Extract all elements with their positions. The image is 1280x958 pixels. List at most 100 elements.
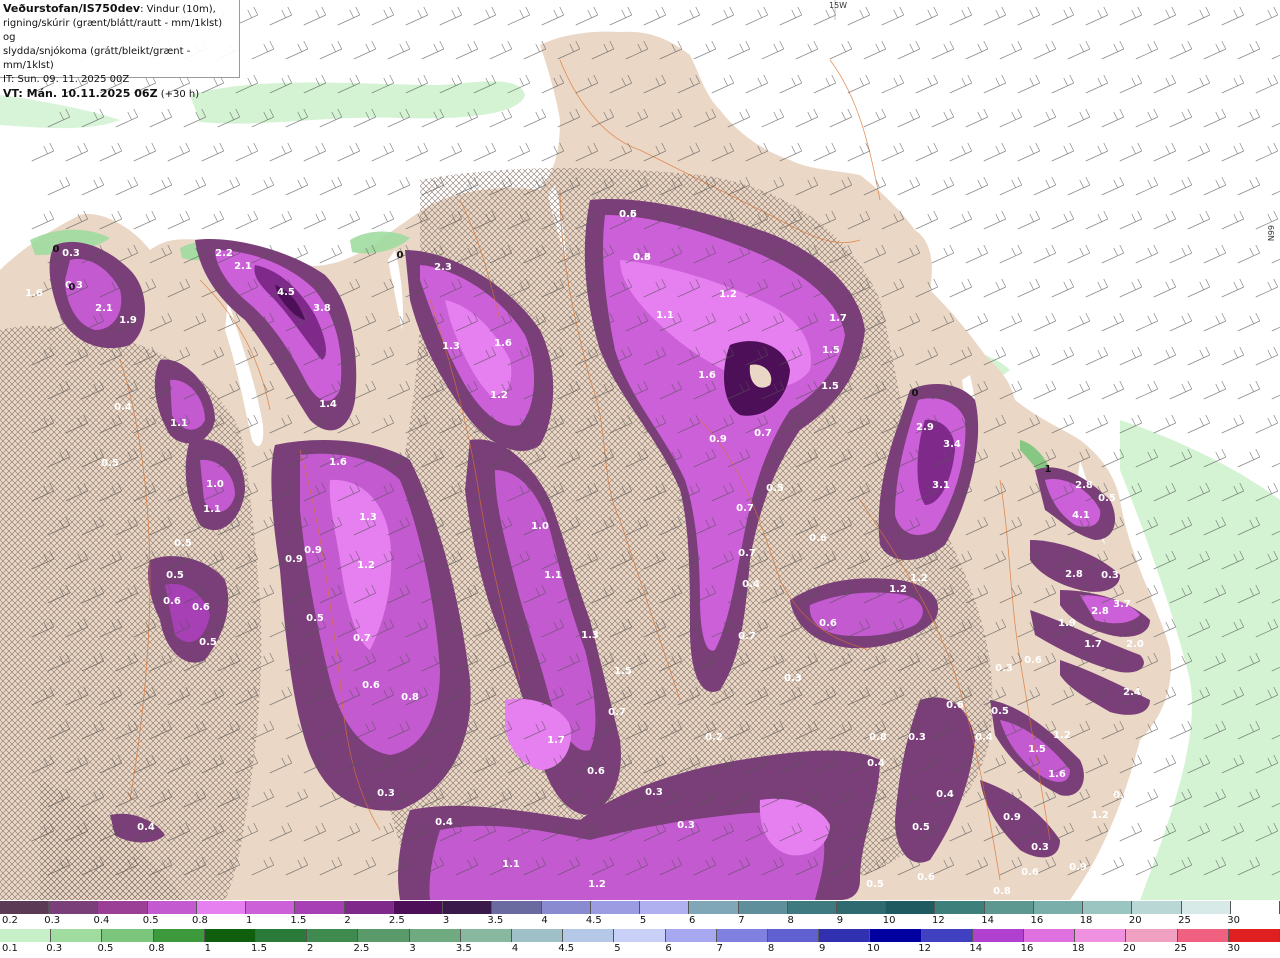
precip-value-label: 1.7 [547, 735, 565, 746]
precip-value-label: 0.6 [809, 533, 827, 544]
precip-value-label: 0.8 [869, 732, 887, 743]
precip-value-label: 2.9 [916, 422, 934, 433]
legend-swatch [716, 929, 769, 942]
precip-value-label: 1.9 [119, 315, 137, 326]
precip-value-label: 1.6 [25, 288, 43, 299]
precip-value-label: 0.9 [1003, 812, 1021, 823]
legend-label: 1.5 [290, 915, 307, 926]
precip-value-label: 0.2 [705, 732, 723, 743]
precip-value-label: 0.3 [995, 663, 1013, 674]
precip-value-label: 2.4 [1123, 687, 1141, 698]
precip-value-label: 2.3 [434, 262, 452, 273]
legend-label: 16 [1020, 943, 1034, 954]
legend-swatch [0, 929, 52, 942]
legend-label: 7 [716, 943, 723, 954]
legend-swatch [614, 929, 666, 942]
precip-value-label: 1.5 [821, 381, 839, 392]
legend-swatch [98, 901, 148, 914]
precip-value-label: 1.1 [656, 310, 674, 321]
precip-value-label: 2.2 [215, 248, 233, 259]
description-2: rigning/skúrir (grænt/blátt/rautt - mm/1… [3, 18, 223, 43]
legend-swatch [590, 901, 641, 914]
precip-value-label: 0.7 [608, 707, 626, 718]
legend-label: 18 [1079, 915, 1093, 926]
snow-legend: 0.2 0.3 0.4 0.5 0.8 1 1.5 2 2.5 3 3.5 4 4.5 5 6 7 8 9 10 12… [0, 901, 1280, 929]
legend-swatch [1177, 929, 1229, 942]
precip-value-label: 1.2 [490, 390, 508, 401]
precip-value-label: 0.6 [163, 596, 181, 607]
contour-label: 0 [912, 388, 919, 399]
precip-value-label: 0.5 [166, 570, 184, 581]
precip-value-label: 0.4 [742, 579, 760, 590]
precip-value-label: 0.7 [754, 428, 772, 439]
legend-label: 18 [1071, 943, 1085, 954]
precip-value-label: 0.6 [192, 602, 210, 613]
legend-label: 3 [442, 915, 450, 926]
precip-value-label: 0.3 [1031, 842, 1049, 853]
legend-swatch [689, 901, 739, 914]
legend-label: 2 [307, 943, 314, 954]
precip-value-label: 0.5 [619, 209, 637, 220]
source-name: Veðurstofan/IS750dev [3, 2, 141, 15]
precip-value-label: 1.1 [170, 418, 188, 429]
legend-label: 0.3 [46, 943, 63, 954]
legend-swatch [984, 901, 1034, 914]
precip-value-label: 0.5 [912, 822, 930, 833]
legend-swatch [393, 901, 444, 914]
legend-label: 2 [344, 915, 351, 926]
precip-value-label: 0.4 [867, 758, 885, 769]
precip-value-label: 0.9 [709, 434, 727, 445]
legend-label: 4.5 [558, 943, 575, 954]
legend-label: 0.8 [148, 943, 165, 954]
legend-label: 4.5 [585, 915, 602, 926]
precip-value-label: 1.1 [203, 504, 221, 515]
legend-swatch [51, 929, 103, 942]
precip-value-label: 0.9 [285, 554, 303, 565]
legend-swatch [1083, 901, 1133, 914]
precip-value-label: 0.3 [677, 820, 695, 831]
precip-value-label: 0.9 [1069, 862, 1087, 873]
legend-label: 10 [882, 915, 896, 926]
legend-label: 5 [639, 915, 647, 926]
legend-swatch [972, 929, 1025, 942]
precip-value-label: 1.4 [319, 399, 337, 410]
legend-swatch [541, 901, 591, 914]
precip-value-label: 0.4 [137, 822, 155, 833]
legend-swatch [204, 929, 257, 942]
precip-value-label: 3.4 [943, 439, 961, 450]
legend-swatch [1126, 929, 1178, 942]
legend-label: 4 [511, 943, 519, 954]
legend-swatch [640, 901, 690, 914]
precip-value-label: 2.8 [1065, 569, 1083, 580]
precip-value-label: 0.5 [1113, 790, 1131, 801]
legend-swatch [819, 929, 871, 942]
legend-label: 14 [969, 943, 983, 954]
legend-label: 30 [1227, 915, 1240, 926]
legend-label: 20 [1128, 915, 1142, 926]
title-line: Veðurstofan/IS750dev: Vindur (10m), [3, 2, 236, 17]
precip-value-label: 0.4 [435, 817, 453, 828]
legend-label: 3.5 [455, 943, 472, 954]
precip-value-label: 0.4 [114, 402, 132, 413]
precip-value-label: 1.1 [502, 859, 520, 870]
precip-value-label: 0.6 [917, 872, 935, 883]
legend-swatch [886, 901, 936, 914]
legend-label: 12 [932, 915, 945, 926]
precip-value-label: 0.6 [1021, 867, 1039, 878]
snow-legend-labels: 0.2 0.3 0.4 0.5 0.8 1 1.5 2 2.5 3 3.5 4 4.5 5 6 7 8 9 10 12… [0, 915, 1280, 929]
precip-value-label: 0.5 [1098, 493, 1116, 504]
legend-swatch [460, 929, 513, 942]
contour-label: 0 [53, 244, 60, 255]
precip-value-label: 0.5 [766, 483, 784, 494]
legend-label: 0.5 [142, 915, 159, 926]
precip-value-label: 1.1 [544, 570, 562, 581]
legend-swatch [1230, 901, 1280, 914]
legend-label: 5 [614, 943, 621, 954]
precip-value-label: 1.2 [910, 573, 928, 584]
precip-value-label: 1.5 [822, 345, 840, 356]
precip-value-label: 1.5 [614, 666, 632, 677]
legend-swatch [787, 901, 837, 914]
legend-label: 0.8 [191, 915, 208, 926]
legend-label: 1 [204, 943, 211, 954]
legend-label: 7 [738, 915, 745, 926]
